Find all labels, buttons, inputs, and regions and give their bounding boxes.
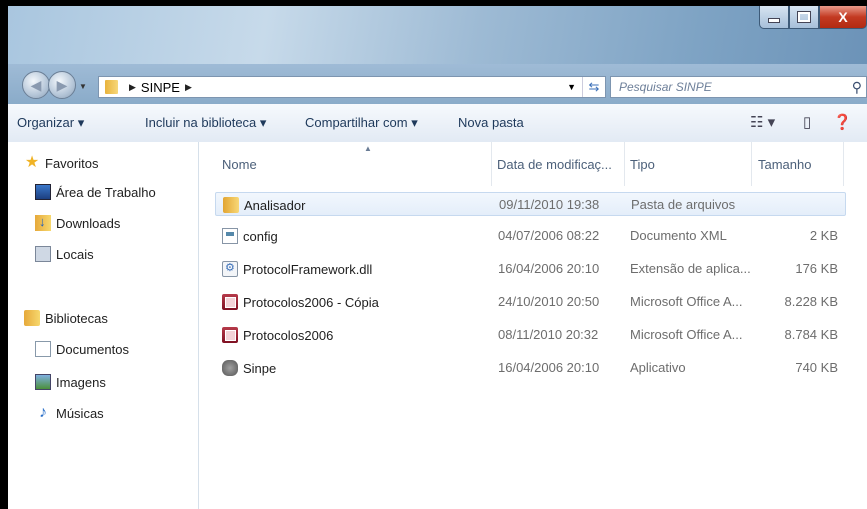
refresh-icon[interactable]: ⇆ bbox=[582, 77, 605, 97]
breadcrumb-separator-icon[interactable]: ▶ bbox=[185, 82, 192, 93]
file-type: Documento XML bbox=[630, 228, 727, 243]
column-divider[interactable] bbox=[843, 142, 844, 186]
back-arrow-icon: ◀ bbox=[30, 76, 42, 93]
downloads-icon bbox=[35, 214, 51, 231]
file-row[interactable]: Protocolos2006 08/11/2010 20:32 Microsof… bbox=[215, 323, 846, 347]
file-date: 09/11/2010 19:38 bbox=[499, 197, 600, 212]
access-file-icon bbox=[222, 327, 238, 343]
history-dropdown-icon[interactable]: ▼ bbox=[79, 82, 87, 91]
column-header-size[interactable]: Tamanho bbox=[758, 142, 811, 186]
nav-images[interactable]: Imagens bbox=[35, 374, 106, 390]
navigation-pane: ★Favoritos Área de Trabalho Downloads Lo… bbox=[8, 142, 199, 509]
file-row[interactable]: config 04/07/2006 08:22 Documento XML 2 … bbox=[215, 224, 846, 248]
column-divider[interactable] bbox=[751, 142, 752, 186]
breadcrumb-sinpe[interactable]: SINPE bbox=[141, 80, 180, 95]
forward-button[interactable]: ▶ bbox=[48, 71, 76, 99]
column-divider[interactable] bbox=[624, 142, 625, 186]
images-icon bbox=[35, 374, 51, 390]
star-icon: ★ bbox=[24, 154, 40, 171]
preview-pane-icon[interactable]: ▯ bbox=[803, 113, 811, 131]
new-folder-button[interactable]: Nova pasta bbox=[458, 115, 524, 130]
command-bar: Organizar ▾ Incluir na biblioteca ▾ Comp… bbox=[8, 104, 867, 143]
dll-file-icon bbox=[222, 261, 238, 277]
folder-icon bbox=[105, 80, 118, 94]
file-row[interactable]: ProtocolFramework.dll 16/04/2006 20:10 E… bbox=[215, 257, 846, 281]
back-button[interactable]: ◀ bbox=[22, 71, 50, 99]
file-type: Microsoft Office A... bbox=[630, 294, 743, 309]
file-date: 08/11/2010 20:32 bbox=[498, 327, 599, 342]
maximize-button[interactable] bbox=[789, 6, 819, 29]
forward-arrow-icon: ▶ bbox=[56, 76, 68, 93]
file-name: Sinpe bbox=[243, 361, 277, 376]
organize-button[interactable]: Organizar ▾ bbox=[17, 115, 84, 131]
nav-desktop[interactable]: Área de Trabalho bbox=[35, 184, 156, 200]
file-name: Analisador bbox=[244, 198, 306, 213]
search-input[interactable]: Pesquisar SINPE ⚲ bbox=[610, 76, 867, 98]
file-size: 8.784 KB bbox=[784, 327, 839, 342]
address-row: ◀ ▶ ▼ ▶ SINPE ▶ ▼ ⇆ Pesquisar SINPE ⚲ bbox=[8, 64, 867, 104]
share-button[interactable]: Compartilhar com ▾ bbox=[305, 115, 418, 131]
file-name: config bbox=[243, 229, 278, 244]
file-size: 2 KB bbox=[809, 228, 838, 243]
sort-ascending-icon: ▲ bbox=[364, 144, 372, 153]
file-list: Nome ▲ Data de modificaç... Tipo Tamanho… bbox=[199, 142, 867, 509]
column-divider[interactable] bbox=[491, 142, 492, 186]
file-type: Extensão de aplica... bbox=[630, 261, 751, 276]
file-date: 16/04/2006 20:10 bbox=[498, 360, 600, 375]
file-row[interactable]: Sinpe 16/04/2006 20:10 Aplicativo 740 KB bbox=[215, 356, 846, 380]
file-row[interactable]: Protocolos2006 - Cópia 24/10/2010 20:50 … bbox=[215, 290, 846, 314]
file-name: ProtocolFramework.dll bbox=[243, 262, 373, 277]
nav-downloads[interactable]: Downloads bbox=[35, 214, 120, 231]
breadcrumb-separator-icon[interactable]: ▶ bbox=[129, 82, 136, 93]
file-name: Protocolos2006 bbox=[243, 328, 334, 343]
file-size: 740 KB bbox=[795, 360, 838, 375]
file-size: 8.228 KB bbox=[784, 294, 839, 309]
libraries-icon bbox=[24, 310, 40, 326]
title-bar: X bbox=[8, 6, 867, 64]
recent-places-icon bbox=[35, 246, 51, 262]
file-type: Aplicativo bbox=[630, 360, 686, 375]
address-dropdown-icon[interactable]: ▼ bbox=[567, 82, 576, 92]
nav-locais[interactable]: Locais bbox=[35, 246, 94, 262]
caption-buttons: X bbox=[759, 6, 867, 30]
file-date: 24/10/2010 20:50 bbox=[498, 294, 600, 309]
desktop-icon bbox=[35, 184, 51, 200]
search-icon[interactable]: ⚲ bbox=[852, 79, 862, 96]
close-button[interactable]: X bbox=[819, 6, 867, 29]
file-type: Microsoft Office A... bbox=[630, 327, 743, 342]
nav-music[interactable]: ♪ Músicas bbox=[35, 405, 104, 421]
column-header-date[interactable]: Data de modificaç... bbox=[497, 142, 612, 186]
xml-file-icon bbox=[222, 228, 238, 244]
documents-icon bbox=[35, 341, 51, 357]
application-icon bbox=[222, 360, 238, 376]
column-header-name[interactable]: Nome bbox=[222, 142, 257, 186]
file-row[interactable]: Analisador 09/11/2010 19:38 Pasta de arq… bbox=[215, 192, 846, 216]
search-placeholder: Pesquisar SINPE bbox=[619, 80, 712, 94]
address-bar[interactable]: ▶ SINPE ▶ ▼ ⇆ bbox=[98, 76, 606, 98]
include-library-button[interactable]: Incluir na biblioteca ▾ bbox=[145, 115, 266, 131]
help-icon[interactable]: ❓ bbox=[833, 113, 852, 131]
file-date: 04/07/2006 08:22 bbox=[498, 228, 600, 243]
file-date: 16/04/2006 20:10 bbox=[498, 261, 600, 276]
nav-documents[interactable]: Documentos bbox=[35, 341, 129, 357]
nav-favorites[interactable]: ★ Favoritos bbox=[24, 154, 99, 171]
column-header-type[interactable]: Tipo bbox=[630, 142, 655, 186]
file-size: 176 KB bbox=[795, 261, 838, 276]
file-type: Pasta de arquivos bbox=[631, 197, 736, 212]
music-icon: ♪ bbox=[39, 404, 47, 421]
folder-icon bbox=[223, 197, 239, 213]
nav-libraries[interactable]: Bibliotecas bbox=[24, 310, 108, 326]
file-name: Protocolos2006 - Cópia bbox=[243, 295, 379, 310]
view-options-icon[interactable]: ☷ ▾ bbox=[750, 113, 775, 131]
explorer-window: X ◀ ▶ ▼ ▶ SINPE ▶ ▼ ⇆ Pesquisar SINPE ⚲ … bbox=[8, 6, 867, 509]
access-file-icon bbox=[222, 294, 238, 310]
minimize-button[interactable] bbox=[759, 6, 789, 29]
